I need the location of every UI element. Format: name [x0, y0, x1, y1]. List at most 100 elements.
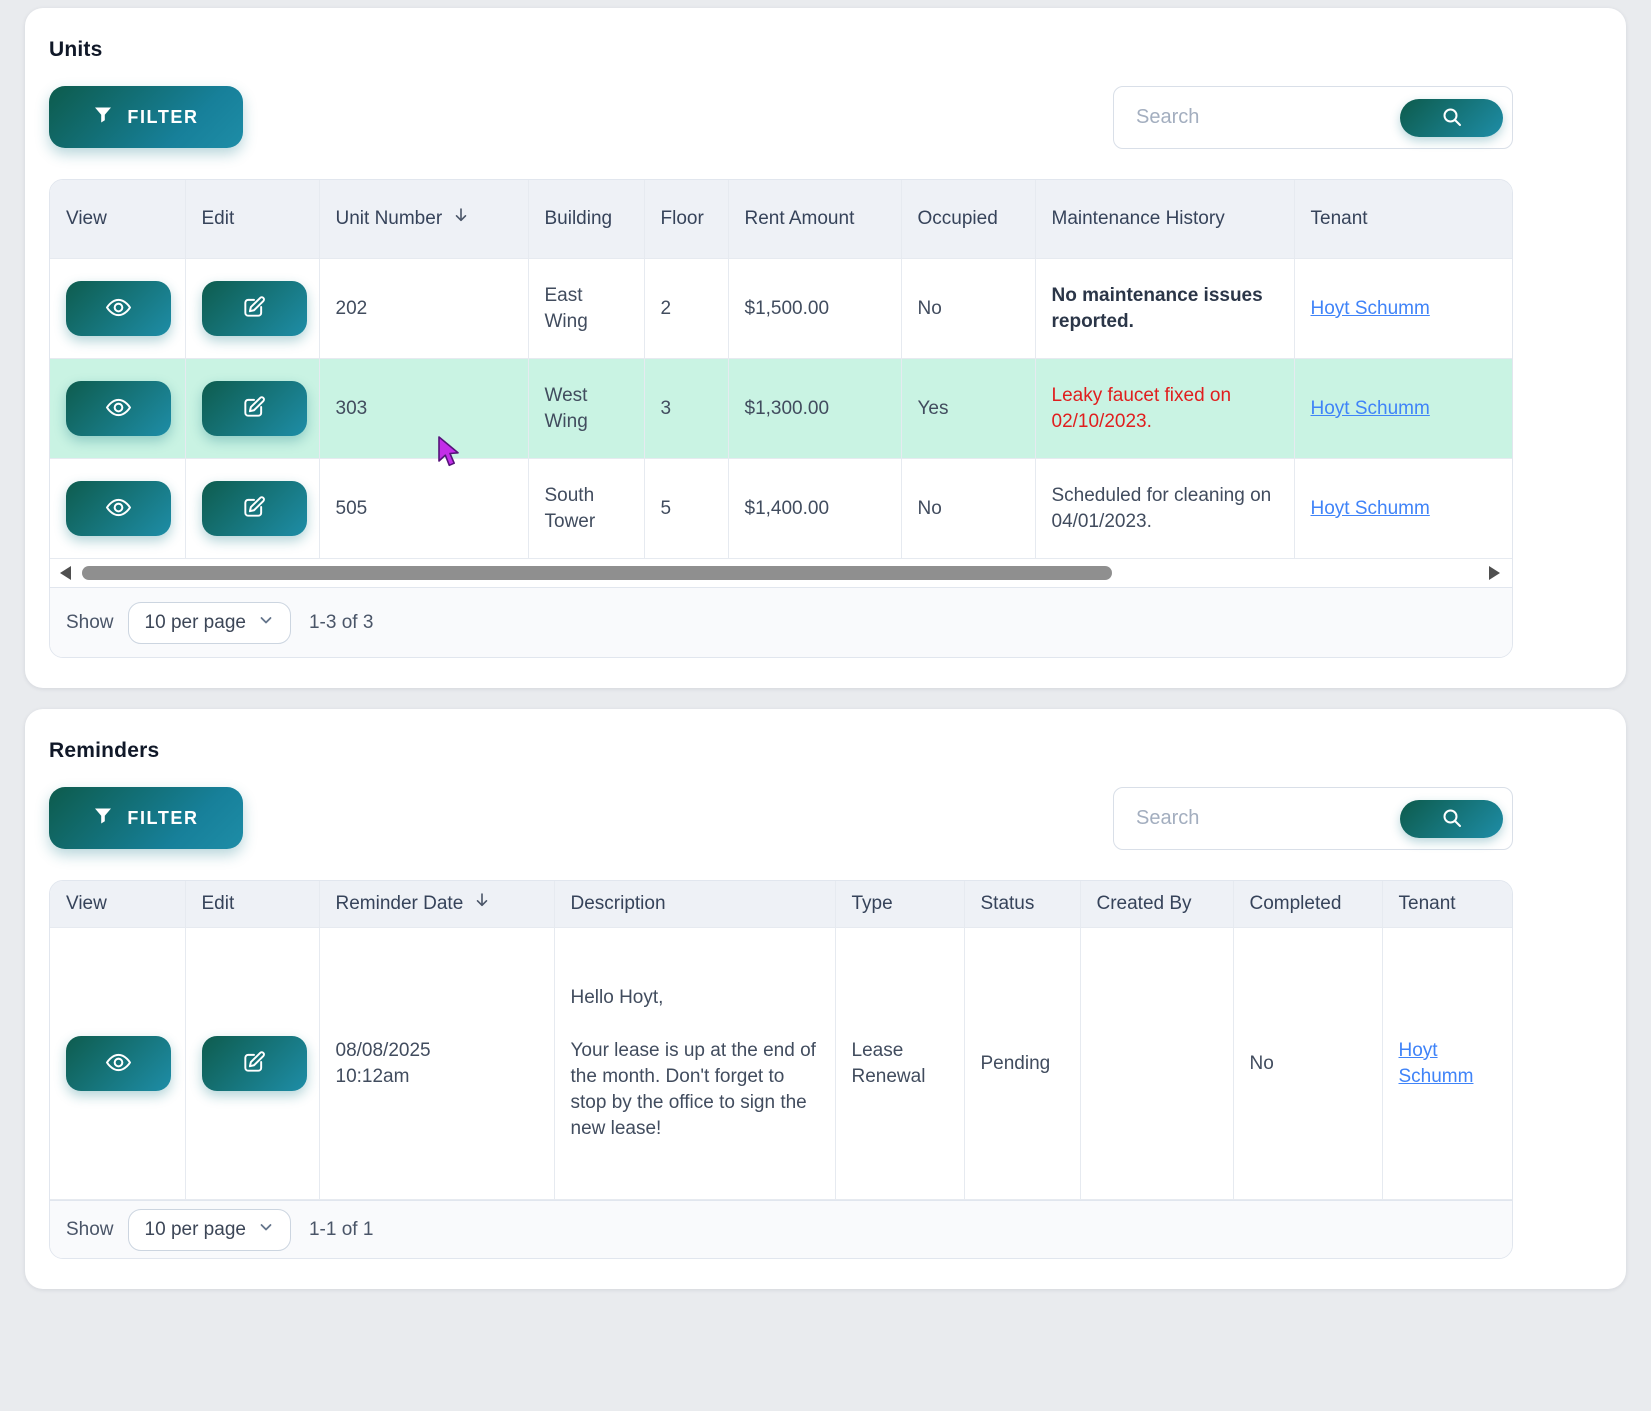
units-col-tenant[interactable]: Tenant: [1294, 180, 1513, 259]
unit-number-cell: 303: [319, 359, 528, 459]
edit-pencil-icon: [241, 1049, 267, 1078]
unit-number-cell: 202: [319, 259, 528, 359]
unit-row: 202 East Wing 2 $1,500.00 No No maintena…: [50, 259, 1513, 359]
reminders-col-view[interactable]: View: [50, 881, 185, 928]
floor-cell: 5: [644, 459, 728, 559]
status-cell: Pending: [964, 928, 1080, 1200]
unit-number-cell: 505: [319, 459, 528, 559]
funnel-icon: [93, 105, 113, 130]
units-search-button[interactable]: [1400, 99, 1503, 137]
reminders-col-created-by[interactable]: Created By: [1080, 881, 1233, 928]
type-cell: Lease Renewal: [835, 928, 964, 1200]
page-range: 1-1 of 1: [305, 1219, 373, 1241]
unit-row: 505 South Tower 5 $1,400.00 No Scheduled…: [50, 459, 1513, 559]
description-cell: Hello Hoyt, Your lease is up at the end …: [554, 928, 835, 1200]
scrollbar-thumb[interactable]: [82, 566, 1112, 580]
maintenance-cell: Leaky faucet fixed on 02/10/2023.: [1035, 359, 1294, 459]
view-button[interactable]: [66, 481, 171, 536]
units-filter-label: FILTER: [127, 107, 198, 128]
units-col-view[interactable]: View: [50, 180, 185, 259]
floor-cell: 3: [644, 359, 728, 459]
reminders-title: Reminders: [49, 739, 1602, 763]
units-col-unit-number[interactable]: Unit Number: [319, 180, 528, 259]
scroll-right-arrow[interactable]: [1489, 566, 1500, 580]
floor-cell: 2: [644, 259, 728, 359]
show-label: Show: [66, 1219, 114, 1241]
units-col-building[interactable]: Building: [528, 180, 644, 259]
units-pagination: Show 10 per page 1-3 of 3: [50, 587, 1512, 657]
units-col-occupied[interactable]: Occupied: [901, 180, 1035, 259]
units-table-shell: View Edit Unit Number Building Floor: [49, 179, 1513, 658]
horizontal-scrollbar: [50, 559, 1512, 587]
sort-desc-icon: [473, 891, 491, 917]
reminders-filter-button[interactable]: FILTER: [49, 787, 243, 849]
units-title: Units: [49, 38, 1602, 62]
show-label: Show: [66, 612, 114, 634]
edit-pencil-icon: [241, 294, 267, 323]
occupied-cell: Yes: [901, 359, 1035, 459]
reminders-card: Reminders FILTER: [25, 709, 1626, 1289]
tenant-link[interactable]: Hoyt Schumm: [1311, 498, 1430, 519]
units-toolbar: FILTER: [49, 86, 1513, 149]
units-col-rent[interactable]: Rent Amount: [728, 180, 901, 259]
building-cell: West Wing: [528, 359, 644, 459]
per-page-select[interactable]: 10 per page: [128, 1209, 291, 1251]
reminders-search-box: [1113, 787, 1513, 850]
reminders-col-date[interactable]: Reminder Date: [319, 881, 554, 928]
reminders-col-completed[interactable]: Completed: [1233, 881, 1382, 928]
reminders-pagination: Show 10 per page 1-1 of 1: [50, 1200, 1512, 1258]
units-col-edit[interactable]: Edit: [185, 180, 319, 259]
reminders-col-edit[interactable]: Edit: [185, 881, 319, 928]
view-button[interactable]: [66, 1036, 171, 1091]
eye-icon: [105, 494, 132, 524]
edit-button[interactable]: [202, 481, 307, 536]
unit-row-highlighted: 303 West Wing 3 $1,300.00 Yes Leaky fauc…: [50, 359, 1513, 459]
per-page-select[interactable]: 10 per page: [128, 602, 291, 644]
eye-icon: [105, 394, 132, 424]
chevron-down-icon: [258, 612, 274, 634]
page-range: 1-3 of 3: [305, 612, 373, 634]
units-header-row: View Edit Unit Number Building Floor: [50, 180, 1513, 259]
occupied-cell: No: [901, 259, 1035, 359]
reminders-col-tenant[interactable]: Tenant: [1382, 881, 1513, 928]
tenant-link[interactable]: Hoyt Schumm: [1311, 298, 1430, 319]
maintenance-cell: No maintenance issues reported.: [1035, 259, 1294, 359]
funnel-icon: [93, 806, 113, 831]
building-cell: South Tower: [528, 459, 644, 559]
created-by-cell: [1080, 928, 1233, 1200]
edit-button[interactable]: [202, 281, 307, 336]
edit-button[interactable]: [202, 1036, 307, 1091]
units-search-box: [1113, 86, 1513, 149]
tenant-link[interactable]: Hoyt Schumm: [1311, 398, 1430, 419]
rent-cell: $1,500.00: [728, 259, 901, 359]
reminders-col-status[interactable]: Status: [964, 881, 1080, 928]
view-button[interactable]: [66, 381, 171, 436]
reminder-date-cell: 08/08/2025 10:12am: [319, 928, 554, 1200]
units-card: Units FILTER: [25, 8, 1626, 688]
units-col-floor[interactable]: Floor: [644, 180, 728, 259]
eye-icon: [105, 294, 132, 324]
units-table: View Edit Unit Number Building Floor: [50, 180, 1513, 559]
reminders-col-type[interactable]: Type: [835, 881, 964, 928]
reminders-filter-label: FILTER: [127, 808, 198, 829]
tenant-link[interactable]: Hoyt Schumm: [1399, 1040, 1474, 1087]
scroll-left-arrow[interactable]: [60, 566, 71, 580]
reminders-search-button[interactable]: [1400, 800, 1503, 838]
maintenance-cell: Scheduled for cleaning on 04/01/2023.: [1035, 459, 1294, 559]
page: Units FILTER: [0, 0, 1651, 1289]
units-col-maintenance[interactable]: Maintenance History: [1035, 180, 1294, 259]
completed-cell: No: [1233, 928, 1382, 1200]
reminders-table-shell: View Edit Reminder Date Description Typ: [49, 880, 1513, 1259]
occupied-cell: No: [901, 459, 1035, 559]
reminder-row: 08/08/2025 10:12am Hello Hoyt, Your leas…: [50, 928, 1513, 1200]
sort-desc-icon: [452, 206, 470, 232]
edit-pencil-icon: [241, 394, 267, 423]
reminders-header-row: View Edit Reminder Date Description Typ: [50, 881, 1513, 928]
units-filter-button[interactable]: FILTER: [49, 86, 243, 148]
edit-button[interactable]: [202, 381, 307, 436]
edit-pencil-icon: [241, 494, 267, 523]
building-cell: East Wing: [528, 259, 644, 359]
rent-cell: $1,300.00: [728, 359, 901, 459]
reminders-col-description[interactable]: Description: [554, 881, 835, 928]
view-button[interactable]: [66, 281, 171, 336]
